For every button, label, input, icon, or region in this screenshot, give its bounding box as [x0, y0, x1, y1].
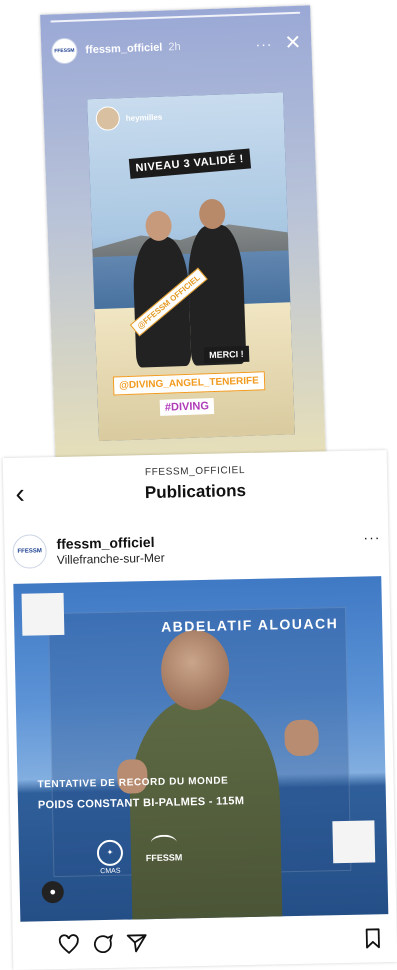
ffessm-logo-text: FFESSM — [145, 852, 183, 864]
athlete-fist-right — [284, 719, 319, 757]
ffessm-logo-icon — [150, 834, 177, 852]
publications-screenshot: ‹ FFESSM_OFFICIEL Publications FFESSM ff… — [2, 450, 397, 970]
story-progress-bar — [50, 11, 301, 23]
comment-icon[interactable] — [91, 932, 115, 956]
decor-square-top-left — [21, 592, 65, 636]
story-avatar[interactable]: FFESSM — [50, 37, 78, 65]
repost-username: heymilles — [125, 112, 163, 123]
heart-icon[interactable] — [57, 933, 81, 957]
post-header: FFESSM ffessm_officiel Villefranche-sur-… — [12, 524, 381, 572]
cmas-logo-icon: ✦ — [96, 839, 124, 867]
story-time: 2h — [168, 40, 181, 54]
post-avatar[interactable]: FFESSM — [12, 534, 47, 569]
user-tag-icon[interactable]: ● — [41, 880, 65, 904]
bookmark-icon[interactable] — [361, 926, 385, 950]
post-image[interactable]: ABDELATIF ALOUACH TENTATIVE DE RECORD DU… — [13, 576, 389, 922]
page-title: Publications — [144, 480, 247, 503]
cmas-logo-text: CMAS — [100, 867, 121, 876]
ffessm-logo-icon: FFESSM — [54, 47, 75, 55]
post-username[interactable]: ffessm_officiel — [56, 533, 164, 551]
athlete-wetsuit — [127, 696, 283, 922]
post-location[interactable]: Villefranche-sur-Mer — [57, 550, 165, 566]
more-horizontal-icon[interactable]: ··· — [363, 529, 380, 545]
decor-square-bottom-right — [332, 820, 376, 864]
story-screenshot: FFESSM ffessm_officiel 2h ··· ✕ heymille… — [40, 5, 326, 470]
ffessm-logo: FFESSM — [137, 834, 192, 863]
reposted-story-image: heymilles NIVEAU 3 VALIDÉ ! @FFESSM OFFI… — [87, 92, 295, 442]
post-action-bar — [13, 920, 397, 964]
sticker-hashtag: #DIVING — [159, 398, 215, 416]
cmas-logo: ✦ CMAS — [93, 839, 128, 876]
repost-header: heymilles — [95, 105, 162, 131]
story-header: FFESSM ffessm_officiel 2h ··· ✕ — [50, 28, 302, 67]
repost-avatar — [95, 106, 121, 131]
post-user-info: ffessm_officiel Villefranche-sur-Mer — [56, 533, 164, 566]
sticker-merci: MERCI ! — [203, 345, 249, 364]
close-icon[interactable]: ✕ — [284, 32, 302, 55]
ffessm-logo-icon: FFESSM — [17, 548, 42, 555]
nav-account-name: FFESSM_OFFICIEL — [144, 465, 246, 479]
send-icon[interactable] — [125, 931, 149, 955]
more-horizontal-icon[interactable]: ··· — [255, 36, 273, 53]
story-username[interactable]: ffessm_officiel — [85, 42, 162, 57]
publications-nav-bar: ‹ FFESSM_OFFICIEL Publications — [3, 450, 388, 520]
diver-right — [186, 223, 247, 366]
